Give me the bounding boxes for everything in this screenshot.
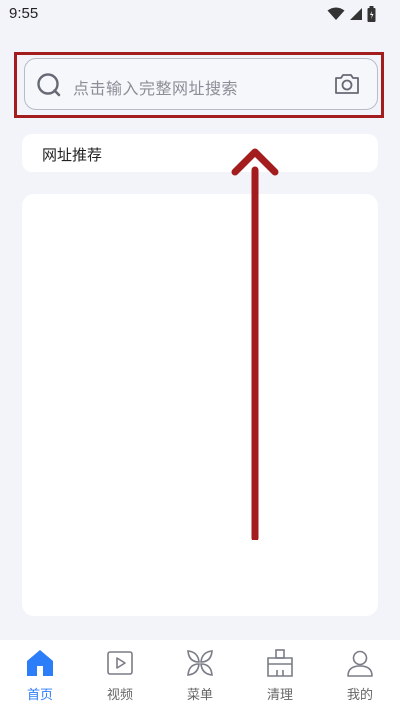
- nav-item-home[interactable]: 首页: [5, 648, 75, 703]
- wifi-icon: [327, 7, 345, 20]
- home-icon: [27, 650, 53, 676]
- content-panel: [22, 194, 378, 616]
- nav-label-profile: 我的: [346, 688, 373, 703]
- nav-label-video: 视频: [106, 688, 133, 703]
- recommend-card[interactable]: 网址推荐: [22, 134, 378, 172]
- camera-icon[interactable]: [333, 71, 361, 97]
- status-icons: [327, 6, 376, 22]
- signal-icon: [350, 8, 362, 20]
- nav-item-video[interactable]: 视频: [85, 648, 155, 703]
- menu-icon: [187, 650, 213, 676]
- status-time: 9:55: [9, 5, 39, 22]
- nav-label-home: 首页: [26, 688, 53, 703]
- profile-icon: [347, 650, 373, 677]
- search-placeholder[interactable]: 点击输入完整网址搜索: [73, 75, 238, 99]
- nav-item-profile[interactable]: 我的: [325, 648, 395, 703]
- nav-label-menu: 菜单: [186, 688, 213, 703]
- browser-home-screen: 9:55 点击输入完整网址搜索 网址推荐 首页 视频 菜单 清理 我的: [0, 0, 400, 711]
- nav-item-clean[interactable]: 清理: [245, 648, 315, 703]
- status-bar: 9:55: [0, 0, 400, 30]
- search-icon: [37, 73, 61, 97]
- nav-label-clean: 清理: [266, 688, 293, 703]
- bottom-nav: 首页 视频 菜单 清理 我的: [0, 640, 400, 711]
- nav-item-menu[interactable]: 菜单: [165, 648, 235, 703]
- search-box[interactable]: 点击输入完整网址搜索: [24, 58, 378, 110]
- recommend-label: 网址推荐: [42, 146, 103, 164]
- battery-icon: [367, 6, 376, 22]
- video-icon: [107, 651, 133, 675]
- broom-icon: [267, 649, 293, 677]
